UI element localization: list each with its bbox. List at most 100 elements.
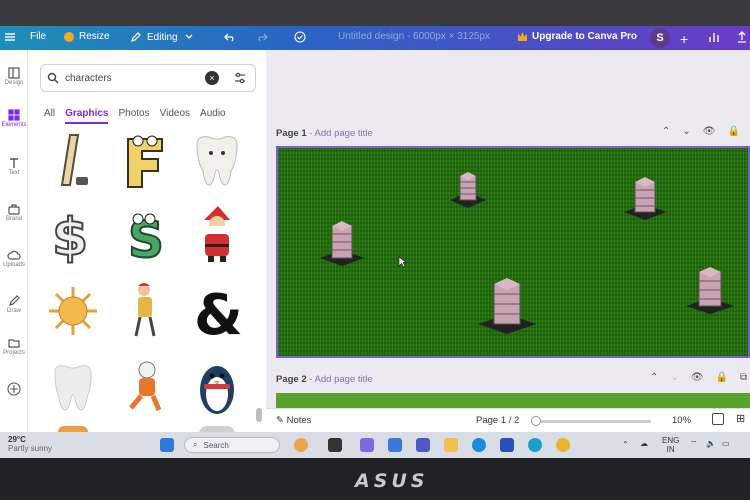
copilot-icon[interactable] <box>360 438 374 452</box>
search-input[interactable]: characters × <box>40 64 256 92</box>
rail-item-uploads[interactable]: Uploads <box>0 248 28 284</box>
building-graphic[interactable] <box>684 264 736 316</box>
undo-button[interactable] <box>224 31 236 43</box>
graphic-girl-character[interactable] <box>114 280 176 342</box>
task-view-icon[interactable] <box>328 438 342 452</box>
lock-icon[interactable]: 🔒 <box>715 372 727 383</box>
page-2-title-input[interactable]: - Add page title <box>309 374 372 385</box>
rail-item-elements[interactable]: Elements <box>0 108 28 144</box>
document-title[interactable]: Untitled design - 6000px × 3125px <box>338 31 490 42</box>
add-collaborator-button[interactable]: + <box>680 31 688 47</box>
tab-photos[interactable]: Photos <box>118 108 149 124</box>
volume-icon[interactable]: 🔈 <box>706 439 716 448</box>
graphic-tooth-character[interactable] <box>186 130 248 192</box>
page-counter[interactable]: Page 1 / 2 <box>476 415 519 426</box>
svg-text:&: & <box>194 283 243 342</box>
eye-icon[interactable]: 👁 <box>703 126 716 137</box>
file-menu[interactable]: File <box>30 31 46 42</box>
page-1-canvas[interactable] <box>276 146 750 358</box>
cloud-upload-icon <box>7 250 21 260</box>
building-graphic[interactable] <box>318 218 366 268</box>
explorer-app-icon[interactable] <box>388 438 402 452</box>
panel-scrollbar[interactable] <box>256 408 262 422</box>
rail-item-design[interactable]: Design <box>0 66 28 102</box>
eye-icon[interactable]: 👁 <box>691 372 704 383</box>
elements-panel: characters × All Graphics Photos Videos … <box>28 50 266 436</box>
chevron-up-icon[interactable]: ⌃ <box>622 440 629 449</box>
widgets-icon[interactable] <box>294 438 308 452</box>
editor-status-bar: ✎ Notes Page 1 / 2 10% ⊞ <box>266 408 750 432</box>
monitor-bezel-top <box>0 0 750 26</box>
graphic-sun-character[interactable] <box>42 280 104 342</box>
chevron-down-icon[interactable]: ⌄ <box>682 126 690 137</box>
rail-label: Brand <box>5 216 22 222</box>
page-1-title-input[interactable]: - Add page title <box>309 128 372 139</box>
folder-icon[interactable] <box>444 438 458 452</box>
cloud-saved-icon <box>294 31 306 43</box>
taskbar-search-input[interactable]: ⌕ Search <box>184 437 280 453</box>
teams-icon[interactable] <box>416 438 430 452</box>
graphic-ampersand-character[interactable]: & <box>186 280 248 342</box>
battery-icon[interactable]: ▭ <box>722 439 730 448</box>
tab-graphics[interactable]: Graphics <box>65 108 109 124</box>
language-indicator[interactable]: ENG IN <box>662 436 679 454</box>
duplicate-icon[interactable]: ⧉ <box>740 372 747 383</box>
weather-widget[interactable]: 29°C Partly sunny <box>8 435 52 453</box>
pages-view-icon[interactable] <box>712 413 724 425</box>
graphic-cloud-tooth-character[interactable] <box>42 356 104 418</box>
editing-mode-dropdown[interactable]: Editing <box>130 31 195 43</box>
windows-start-icon[interactable] <box>160 438 174 452</box>
insights-button[interactable] <box>708 31 720 43</box>
notes-icon: ✎ <box>276 415 287 426</box>
headset-icon[interactable] <box>556 438 570 452</box>
graphic-penguin-character[interactable] <box>186 356 248 418</box>
filter-icon[interactable] <box>233 71 247 85</box>
undo-icon <box>224 33 234 42</box>
graphic-letter-s-character[interactable]: S <box>114 204 176 266</box>
apps-button[interactable] <box>0 382 28 418</box>
redo-button[interactable] <box>256 31 268 43</box>
rail-item-text[interactable]: Text <box>0 156 28 192</box>
graphic-letter-f-character[interactable] <box>114 130 176 192</box>
menu-icon[interactable] <box>4 31 16 43</box>
wifi-icon[interactable]: ⌔ <box>690 439 698 449</box>
building-graphic[interactable] <box>448 170 488 208</box>
graphic-dollar-character[interactable]: $ <box>42 204 104 266</box>
chevron-up-icon[interactable]: ⌃ <box>650 372 658 383</box>
avatar[interactable]: S <box>650 28 670 48</box>
lock-icon[interactable]: 🔒 <box>727 126 739 137</box>
search-icon: ⌕ <box>193 440 198 449</box>
sparkle-icon <box>7 382 21 396</box>
zoom-level[interactable]: 10% <box>672 415 691 426</box>
share-button[interactable] <box>736 31 748 43</box>
grid-view-icon[interactable]: ⊞ <box>736 412 745 425</box>
rail-label: Uploads <box>2 262 25 268</box>
tab-audio[interactable]: Audio <box>200 108 226 124</box>
building-graphic[interactable] <box>622 174 668 222</box>
store-icon[interactable] <box>500 438 514 452</box>
chevron-up-icon[interactable]: ⌃ <box>662 126 670 137</box>
chevron-down-icon[interactable]: ⌄ <box>670 372 678 383</box>
rail-item-projects[interactable]: Projects <box>0 336 28 372</box>
upgrade-button[interactable]: Upgrade to Canva Pro <box>518 31 637 42</box>
zoom-slider-handle[interactable] <box>531 416 541 426</box>
graphic-santa-character[interactable] <box>186 204 248 266</box>
tab-all[interactable]: All <box>44 108 55 124</box>
cloud-icon[interactable]: ☁ <box>640 439 648 448</box>
resize-button[interactable]: Resize <box>64 31 110 42</box>
rail-item-brand[interactable]: Brand <box>0 202 28 238</box>
clear-search-button[interactable]: × <box>205 71 219 85</box>
edge-icon[interactable] <box>472 438 486 452</box>
layout-icon <box>8 67 20 79</box>
rail-item-draw[interactable]: Draw <box>0 294 28 330</box>
graphic-astronaut-character[interactable] <box>114 356 176 418</box>
tab-videos[interactable]: Videos <box>160 108 190 124</box>
zoom-slider[interactable] <box>531 420 651 423</box>
graphic-slash-character[interactable] <box>42 130 104 192</box>
canva-app-icon[interactable] <box>528 438 542 452</box>
notes-button[interactable]: ✎ Notes <box>276 415 311 426</box>
building-graphic[interactable] <box>476 274 538 336</box>
rail-label: Elements <box>1 122 27 128</box>
redo-icon <box>258 33 268 42</box>
rail-label: Draw <box>6 308 21 314</box>
